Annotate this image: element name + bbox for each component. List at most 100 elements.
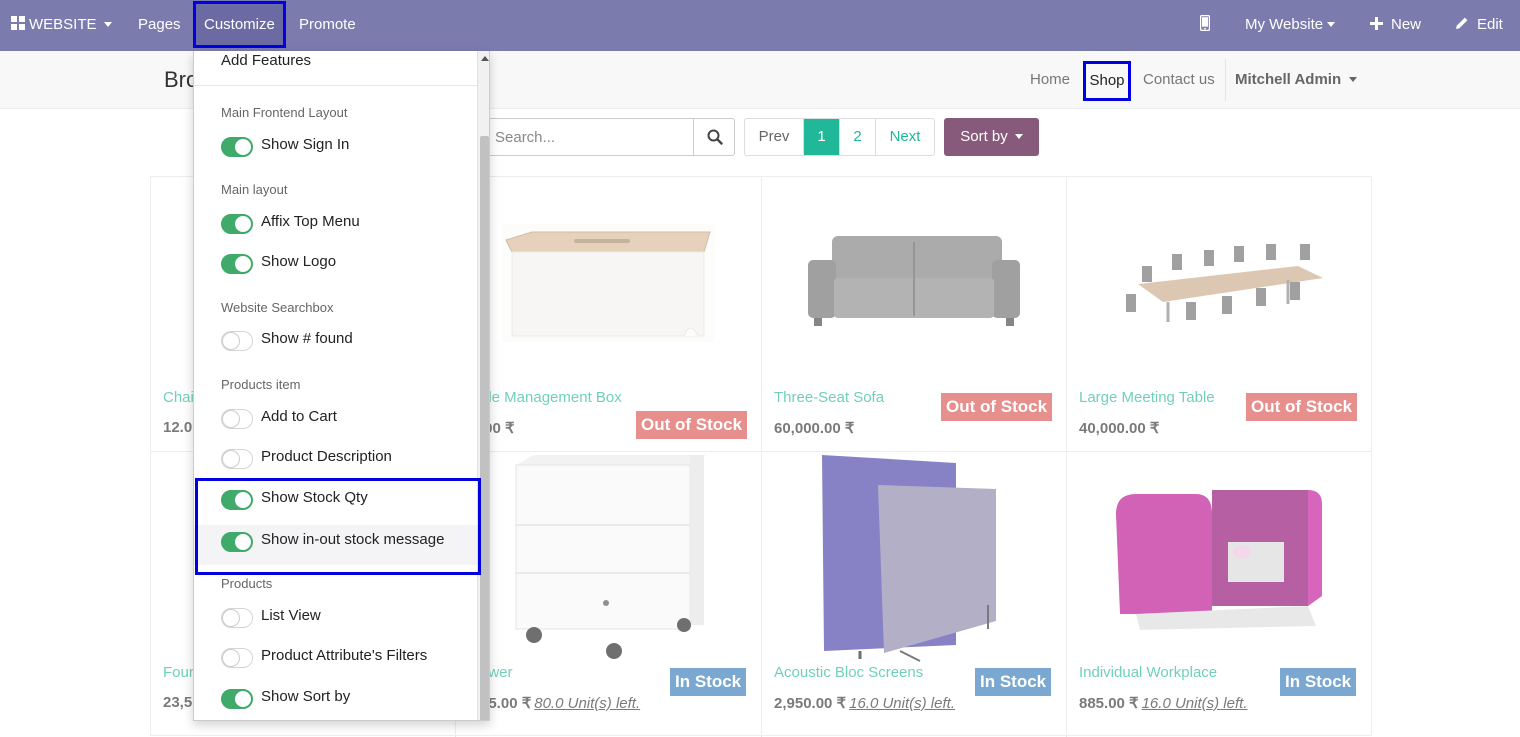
promote-menu[interactable]: Promote (299, 0, 356, 49)
admin-top-bar: WEBSITE Pages Customize Promote My Websi… (0, 0, 1520, 51)
user-menu[interactable]: Mitchell Admin (1235, 71, 1358, 88)
edit-label: Edit (1477, 16, 1503, 33)
product-name[interactable]: Acoustic Bloc Screens (774, 664, 923, 681)
price-value: 885.00 ₹ (1079, 695, 1139, 712)
menu-divider (194, 85, 477, 86)
option-affix-top-menu[interactable]: Affix Top Menu (194, 203, 477, 243)
drawer-unit-image (515, 455, 706, 659)
chevron-down-icon (1327, 21, 1336, 27)
stock-badge: In Stock (670, 668, 747, 696)
my-website-menu[interactable]: My Website (1245, 0, 1336, 49)
my-website-label: My Website (1245, 16, 1324, 33)
mobile-preview-button[interactable] (1199, 0, 1211, 49)
sort-by-button[interactable]: Sort by (944, 118, 1039, 156)
price-value: 2,950.00 ₹ (774, 695, 847, 712)
option-show-sort-by[interactable]: Show Sort by (194, 678, 477, 718)
nav-home[interactable]: Home (1030, 71, 1070, 88)
toggle-switch[interactable] (221, 214, 253, 234)
product-name[interactable]: Large Meeting Table (1079, 389, 1215, 406)
option-label: Show Stock Qty (261, 489, 368, 506)
user-name: Mitchell Admin (1235, 71, 1342, 88)
toggle-switch[interactable] (221, 608, 253, 628)
stock-badge: Out of Stock (1246, 393, 1358, 421)
scroll-up-arrow-icon[interactable] (481, 56, 489, 61)
product-name[interactable]: Individual Workplace (1079, 664, 1217, 681)
product-price: 2,950.00 ₹16.0 Unit(s) left. (774, 694, 955, 712)
option-add-to-cart[interactable]: Add to Cart (194, 398, 477, 438)
option-show-sign-in[interactable]: Show Sign In (194, 126, 477, 166)
search-button[interactable] (693, 119, 735, 155)
pages-menu[interactable]: Pages (138, 0, 181, 49)
product-search (480, 118, 735, 156)
pager-next[interactable]: Next (876, 119, 934, 155)
option-label: Show in-out stock message (261, 531, 445, 548)
add-features-item[interactable]: Add Features (221, 52, 311, 69)
section-title: Main layout (221, 182, 288, 197)
new-button[interactable]: New (1370, 0, 1421, 49)
nav-divider (1225, 59, 1226, 101)
option-label: Show Sort by (261, 688, 351, 705)
website-app-menu[interactable]: WEBSITE (11, 0, 112, 49)
product-price: 23,5 (163, 694, 193, 711)
cable-box-image (502, 224, 714, 342)
option-show-stock-qty[interactable]: Show Stock Qty (194, 479, 477, 519)
pager-page-1[interactable]: 1 (804, 119, 840, 155)
chevron-down-icon (1349, 76, 1358, 82)
product-price: 60,000.00 ₹ (774, 420, 855, 437)
product-name[interactable]: Chai (163, 389, 194, 406)
option-label: Show Sign In (261, 136, 350, 153)
toggle-switch[interactable] (221, 409, 253, 429)
toggle-switch[interactable] (221, 137, 253, 157)
toggle-switch[interactable] (221, 331, 253, 351)
section-title: Main Frontend Layout (221, 105, 348, 120)
section-title: Website Searchbox (221, 300, 334, 315)
pager-page-2[interactable]: 2 (840, 119, 876, 155)
toggle-switch[interactable] (221, 648, 253, 668)
product-price: 40,000.00 ₹ (1079, 420, 1160, 437)
mobile-phone-icon (1199, 14, 1211, 32)
option-label: Product Attribute's Filters (261, 647, 428, 664)
stock-badge: Out of Stock (941, 393, 1053, 421)
plus-icon (1370, 17, 1383, 30)
customize-menu[interactable]: Customize (193, 1, 286, 48)
toggle-switch[interactable] (221, 254, 253, 274)
product-price: 45.00 ₹80.0 Unit(s) left. (480, 694, 640, 712)
toggle-switch[interactable] (221, 490, 253, 510)
toggle-switch[interactable] (221, 449, 253, 469)
individual-workplace-image (1116, 490, 1322, 630)
search-input[interactable] (481, 119, 693, 155)
stock-qty: 16.0 Unit(s) left. (1141, 695, 1248, 712)
option-label: Show Logo (261, 253, 337, 270)
product-price: 12.0 (163, 419, 193, 436)
product-name[interactable]: Four (163, 664, 194, 681)
option-label: Add to Cart (261, 408, 337, 425)
section-title: Products (221, 576, 273, 591)
nav-shop[interactable]: Shop (1083, 61, 1131, 101)
stock-qty: 16.0 Unit(s) left. (849, 695, 955, 712)
toggle-switch[interactable] (221, 532, 253, 552)
menu-scrollbar[interactable] (477, 51, 489, 720)
option-show-in-out-stock-message[interactable]: Show in-out stock message (194, 525, 477, 565)
pager-prev[interactable]: Prev (745, 119, 804, 155)
option-label: List View (261, 607, 321, 624)
chevron-down-icon (103, 21, 112, 27)
sort-by-label: Sort by (960, 128, 1008, 145)
three-seat-sofa-image (808, 236, 1020, 326)
nav-contact[interactable]: Contact us (1143, 71, 1215, 88)
section-title: Products item (221, 377, 301, 392)
edit-button[interactable]: Edit (1455, 0, 1503, 49)
website-app-label: WEBSITE (29, 16, 97, 33)
product-price: 885.00 ₹16.0 Unit(s) left. (1079, 694, 1247, 712)
product-name[interactable]: Three-Seat Sofa (774, 389, 884, 406)
scrollbar-thumb[interactable] (480, 136, 489, 720)
product-name[interactable]: ble Management Box (480, 389, 622, 406)
option-show-logo[interactable]: Show Logo (194, 243, 477, 283)
option-label: Product Description (261, 448, 392, 465)
option-product-description[interactable]: Product Description (194, 438, 477, 478)
option-label: Affix Top Menu (261, 213, 360, 230)
option-product-attribute-filters[interactable]: Product Attribute's Filters (194, 637, 477, 677)
option-show-found[interactable]: Show # found (194, 320, 477, 360)
stock-badge: In Stock (1280, 668, 1357, 696)
option-list-view[interactable]: List View (194, 597, 477, 637)
toggle-switch[interactable] (221, 689, 253, 709)
